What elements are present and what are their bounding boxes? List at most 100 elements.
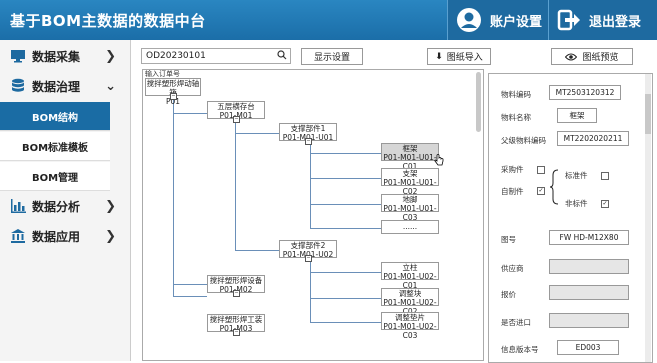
- tree-node-name: 支架: [402, 169, 418, 178]
- drawing-no-field[interactable]: FW HD-M12X80: [549, 230, 629, 245]
- collapse-icon[interactable]: −: [305, 255, 312, 262]
- order-search-input[interactable]: OD20230101: [141, 48, 291, 64]
- tree-node-name: 框架: [402, 144, 418, 153]
- material-name-field[interactable]: 框架: [557, 108, 597, 123]
- tree-connector: [235, 250, 279, 251]
- material-name-label: 物料名称: [501, 113, 531, 122]
- tree-connector: [310, 153, 381, 154]
- tree-node-name: 支撑部件2: [290, 241, 326, 250]
- collapse-icon[interactable]: −: [305, 138, 312, 145]
- chevron-right-icon: ❯: [105, 228, 116, 244]
- sidebar-item-label: 数据采集: [32, 49, 81, 64]
- tree-node-name: 支撑部件1: [290, 124, 326, 133]
- tree-node-component[interactable]: 调整垫片 P01-M01-U02-C03: [381, 312, 439, 340]
- institution-icon: [11, 229, 25, 243]
- tree-connector: [310, 322, 381, 323]
- tree-connector: [310, 298, 381, 299]
- parent-code-field[interactable]: MT2202020211: [557, 131, 629, 146]
- collapse-icon[interactable]: −: [233, 290, 240, 297]
- tree-node-name: 立柱: [402, 263, 418, 272]
- drawing-import-button[interactable]: ⬇ 图纸导入: [427, 48, 491, 65]
- logout-icon: [557, 9, 580, 31]
- tree-node-name: 搅拌塑形焊设备: [209, 276, 263, 285]
- tree-connector: [310, 228, 381, 229]
- app-title: 基于BOM主数据的数据中台: [10, 12, 206, 30]
- tree-connector: [310, 178, 381, 179]
- tree-node-name: 地脚: [402, 195, 418, 204]
- parent-code-label: 父级物料编码: [501, 136, 546, 145]
- price-field[interactable]: [549, 285, 629, 300]
- tree-node-component[interactable]: ......: [381, 220, 439, 234]
- supplier-field[interactable]: [549, 259, 629, 274]
- cursor-pointer-icon: [434, 154, 444, 166]
- chevron-right-icon: ❯: [105, 198, 116, 214]
- brace-icon: [549, 169, 559, 205]
- properties-scrollbar[interactable]: [645, 74, 651, 362]
- tree-node-unit[interactable]: 支撑部件2 P01-M01-U02 −: [279, 240, 337, 262]
- tree-node-root[interactable]: 搅拌塑形焊动轴箱 P01 −: [145, 78, 201, 106]
- tree-connector: [310, 260, 311, 323]
- sidebar-item-data-analysis[interactable]: 数据分析 ❯: [0, 192, 130, 220]
- bar-chart-icon: [11, 199, 26, 213]
- material-code-field[interactable]: MT2503120312: [549, 85, 621, 100]
- tree-node-module[interactable]: 搅拌塑形焊工装 P01-M03 −: [207, 314, 265, 336]
- tree-connector: [310, 272, 381, 273]
- tree-node-code: P01-M01-U02-C03: [383, 322, 437, 340]
- display-settings-button[interactable]: 显示设置: [301, 48, 363, 65]
- non-standard-checkbox[interactable]: ✓: [601, 200, 609, 208]
- sidebar-item-data-collection[interactable]: 数据采集 ❯: [0, 42, 130, 70]
- non-standard-label: 非标件: [565, 199, 588, 208]
- tree-connector: [310, 204, 381, 205]
- sidebar-item-label: 数据治理: [32, 79, 81, 94]
- purchased-label: 采购件: [501, 165, 524, 174]
- sidebar-subitem-bom-template[interactable]: BOM标准模板: [0, 132, 110, 161]
- logout-button[interactable]: 退出登录: [548, 0, 657, 40]
- purchased-checkbox[interactable]: [537, 166, 545, 174]
- tree-connector: [173, 113, 207, 114]
- drawing-preview-button[interactable]: 图纸预览: [551, 48, 633, 65]
- main-content: OD20230101 显示设置 ⬇ 图纸导入 图纸预览 输入订单号 搅拌塑形焊动: [131, 40, 657, 363]
- order-search-value: OD20230101: [146, 51, 206, 61]
- collapse-icon[interactable]: −: [170, 93, 177, 100]
- version-field[interactable]: ED003: [557, 340, 619, 355]
- self-made-checkbox[interactable]: ✓: [537, 187, 545, 195]
- collapse-icon[interactable]: −: [233, 329, 240, 336]
- standard-checkbox[interactable]: [601, 172, 609, 180]
- sidebar-item-data-application[interactable]: 数据应用 ❯: [0, 222, 130, 250]
- properties-panel: 物料编码 MT2503120312 物料名称 框架 父级物料编码 MT22020…: [488, 73, 653, 363]
- tree-connector: [235, 172, 236, 250]
- tree-node-name: ......: [402, 222, 418, 231]
- sidebar-item-data-governance[interactable]: 数据治理 ⌄: [0, 72, 130, 100]
- tree-node-module[interactable]: 搅拌塑形焊设备 P01-M02 −: [207, 275, 265, 297]
- version-label: 信息版本号: [501, 345, 539, 354]
- tree-node-component[interactable]: 立柱 P01-M01-U02-C01: [381, 262, 439, 290]
- eye-icon: [565, 53, 578, 60]
- tree-connector: [173, 94, 174, 297]
- search-icon[interactable]: [277, 50, 287, 60]
- sidebar-item-label: 数据分析: [32, 199, 81, 214]
- tree-node-component[interactable]: 支架 P01-M01-U01-C02: [381, 168, 439, 196]
- sidebar-subitem-bom-management[interactable]: BOM管理: [0, 162, 110, 191]
- sidebar-subitem-bom-structure[interactable]: BOM结构: [0, 102, 110, 131]
- tree-connector: [173, 296, 207, 297]
- tree-node-name: 调整块: [398, 289, 422, 298]
- tree-scrollbar[interactable]: [476, 72, 481, 132]
- bom-tree-panel: 输入订单号 搅拌塑形焊动轴箱 P01 − 五层横存台 P01-M01 −: [142, 69, 484, 361]
- tree-connector: [235, 133, 279, 134]
- chevron-right-icon: ❯: [105, 48, 116, 64]
- download-icon: ⬇: [435, 51, 443, 62]
- user-icon: [457, 8, 481, 32]
- account-settings-label: 账户设置: [490, 14, 543, 30]
- tree-node-component[interactable]: 框架 P01-M01-U01-C01: [381, 143, 439, 171]
- collapse-icon[interactable]: −: [233, 116, 240, 123]
- tree-node-name: 搅拌塑形焊工装: [209, 315, 263, 324]
- standard-label: 标准件: [565, 171, 588, 180]
- tree-node-unit[interactable]: 支撑部件1 P01-M01-U01 −: [279, 123, 337, 145]
- tree-node-module[interactable]: 五层横存台 P01-M01 −: [207, 101, 265, 123]
- account-settings-button[interactable]: 账户设置: [447, 0, 548, 40]
- imported-field[interactable]: [549, 313, 629, 328]
- logout-label: 退出登录: [589, 14, 642, 30]
- drawing-import-label: 图纸导入: [446, 53, 483, 63]
- tree-node-component[interactable]: 调整块 P01-M01-U02-C02: [381, 288, 439, 316]
- tree-node-component[interactable]: 地脚 P01-M01-U01-C03: [381, 194, 439, 222]
